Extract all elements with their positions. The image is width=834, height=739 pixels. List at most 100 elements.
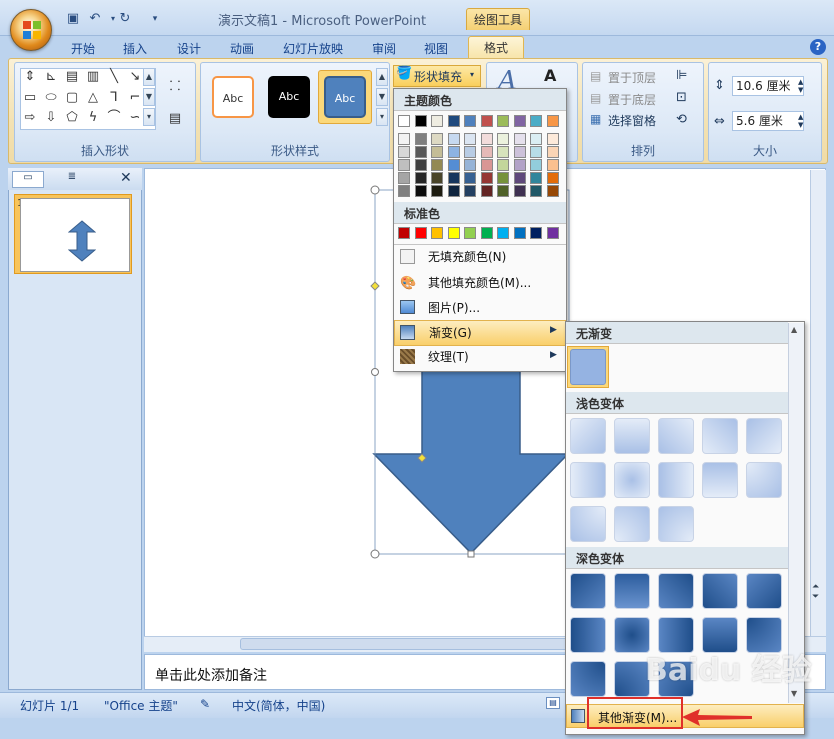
standard-color-swatch[interactable]	[431, 227, 443, 239]
style-sample-black-fill[interactable]: Abc	[268, 76, 310, 118]
theme-shade-swatch[interactable]	[497, 159, 509, 171]
theme-shade-swatch[interactable]	[431, 133, 443, 145]
light-gradient-swatch[interactable]	[570, 506, 606, 542]
theme-color-swatch[interactable]	[431, 115, 443, 127]
theme-color-swatch[interactable]	[513, 115, 526, 127]
light-gradient-swatch[interactable]	[614, 506, 650, 542]
theme-shade-swatch[interactable]	[414, 159, 427, 171]
theme-shade-swatch[interactable]	[480, 146, 493, 158]
tab-animation[interactable]: 动画	[230, 40, 254, 57]
width-input[interactable]: 5.6 厘米	[732, 111, 804, 131]
theme-shade-swatch[interactable]	[513, 159, 526, 171]
shape-rounded-rect-icon[interactable]: ▢	[62, 89, 82, 107]
dark-gradient-swatch[interactable]	[702, 573, 738, 609]
light-gradient-swatch[interactable]	[746, 462, 782, 498]
theme-shade-swatch[interactable]	[513, 133, 526, 145]
text-fill-icon[interactable]: A	[544, 66, 556, 85]
shape-down-arrow-icon[interactable]: ⇩	[41, 109, 61, 127]
picture-fill-item[interactable]: 图片(P)...	[394, 296, 566, 320]
horizontal-scroll-thumb[interactable]	[240, 638, 580, 650]
no-fill-item[interactable]: 无填充颜色(N)	[394, 245, 566, 269]
light-gradient-swatch[interactable]	[658, 462, 694, 498]
standard-color-swatch[interactable]	[497, 227, 509, 239]
shape-elbow-icon[interactable]: ⊾	[41, 68, 61, 86]
theme-color-swatch[interactable]	[464, 115, 476, 127]
theme-shade-swatch[interactable]	[546, 172, 559, 184]
standard-color-swatch[interactable]	[447, 227, 460, 239]
styles-up-icon[interactable]: ▲	[376, 68, 388, 86]
theme-shade-swatch[interactable]	[530, 172, 542, 184]
theme-shade-swatch[interactable]	[431, 172, 443, 184]
shape-line-icon[interactable]: ╲	[104, 68, 124, 86]
align-icon[interactable]: ⊫	[676, 68, 687, 83]
theme-shade-swatch[interactable]	[464, 133, 476, 145]
standard-color-swatch[interactable]	[546, 227, 559, 239]
style-sample-orange-outline[interactable]: Abc	[212, 76, 254, 118]
theme-shade-swatch[interactable]	[530, 159, 542, 171]
theme-color-swatch[interactable]	[480, 115, 493, 127]
shape-arrow-line-icon[interactable]: ↘	[125, 68, 145, 86]
theme-shade-swatch[interactable]	[447, 133, 460, 145]
theme-shade-swatch[interactable]	[546, 159, 559, 171]
theme-shade-swatch[interactable]	[480, 159, 493, 171]
theme-shade-swatch[interactable]	[398, 185, 410, 197]
tab-home[interactable]: 开始	[71, 40, 95, 57]
tab-review[interactable]: 审阅	[372, 40, 396, 57]
theme-shade-swatch[interactable]	[398, 146, 410, 158]
theme-shade-swatch[interactable]	[480, 185, 493, 197]
theme-shade-swatch[interactable]	[530, 133, 542, 145]
tab-view[interactable]: 视图	[424, 40, 448, 57]
shape-triangle-icon[interactable]: △	[83, 89, 103, 107]
light-gradient-swatch[interactable]	[658, 506, 694, 542]
theme-shade-swatch[interactable]	[464, 159, 476, 171]
light-gradient-swatch[interactable]	[614, 462, 650, 498]
standard-color-swatch[interactable]	[513, 227, 526, 239]
shape-arc-icon[interactable]: ⌒	[104, 109, 124, 127]
customize-toolbar-icon[interactable]: ▾	[146, 11, 164, 27]
theme-shade-swatch[interactable]	[464, 172, 476, 184]
dark-gradient-swatch[interactable]	[746, 573, 782, 609]
light-gradient-swatch[interactable]	[746, 418, 782, 454]
light-gradient-swatch[interactable]	[658, 418, 694, 454]
theme-shade-swatch[interactable]	[414, 185, 427, 197]
theme-shade-swatch[interactable]	[497, 146, 509, 158]
theme-shade-swatch[interactable]	[398, 159, 410, 171]
styles-down-icon[interactable]: ▼	[376, 88, 388, 106]
undo-icon[interactable]: ↶	[86, 11, 104, 27]
group-icon[interactable]: ⊡	[676, 90, 687, 105]
light-gradient-swatch[interactable]	[702, 418, 738, 454]
redo-icon[interactable]: ↻	[116, 11, 134, 27]
gallery-down-icon[interactable]: ▼	[143, 88, 155, 106]
theme-color-swatch[interactable]	[546, 115, 559, 127]
height-spin-icon[interactable]: ▲ ▼	[798, 78, 803, 94]
gallery-more-icon[interactable]: ▾	[143, 108, 155, 126]
help-icon[interactable]: ?	[810, 39, 826, 55]
vertical-scrollbar[interactable]	[810, 170, 826, 636]
theme-shade-swatch[interactable]	[398, 172, 410, 184]
theme-shade-swatch[interactable]	[464, 146, 476, 158]
theme-shade-swatch[interactable]	[414, 133, 427, 145]
styles-more-icon[interactable]: ▾	[376, 108, 388, 126]
tab-insert[interactable]: 插入	[123, 40, 147, 57]
gallery-scroll-down-icon[interactable]: ▼	[791, 689, 797, 698]
theme-color-swatch[interactable]	[497, 115, 509, 127]
dark-gradient-swatch[interactable]	[658, 573, 694, 609]
tab-slideshow[interactable]: 幻灯片放映	[283, 40, 343, 57]
dark-gradient-swatch[interactable]	[614, 573, 650, 609]
standard-color-swatch[interactable]	[530, 227, 542, 239]
bring-front-button[interactable]: 置于顶层	[608, 69, 656, 86]
style-sample-blue-fill[interactable]: Abc	[324, 76, 366, 118]
spellcheck-icon[interactable]: ✎	[200, 697, 210, 711]
shape-rectangle-icon[interactable]: ▭	[20, 89, 40, 107]
texture-fill-item[interactable]: 纹理(T)	[394, 345, 566, 369]
close-pane-icon[interactable]: ✕	[120, 170, 132, 186]
standard-color-swatch[interactable]	[414, 227, 427, 239]
standard-color-swatch[interactable]	[464, 227, 476, 239]
edit-shape-icon[interactable]: ⸬	[163, 78, 187, 96]
shape-curved-connector-icon[interactable]: ⌐	[125, 89, 145, 107]
light-gradient-swatch[interactable]	[570, 462, 606, 498]
tab-format[interactable]: 格式	[468, 36, 524, 60]
shape-lightning-icon[interactable]: ϟ	[83, 109, 103, 127]
theme-shade-swatch[interactable]	[513, 146, 526, 158]
standard-color-swatch[interactable]	[398, 227, 410, 239]
